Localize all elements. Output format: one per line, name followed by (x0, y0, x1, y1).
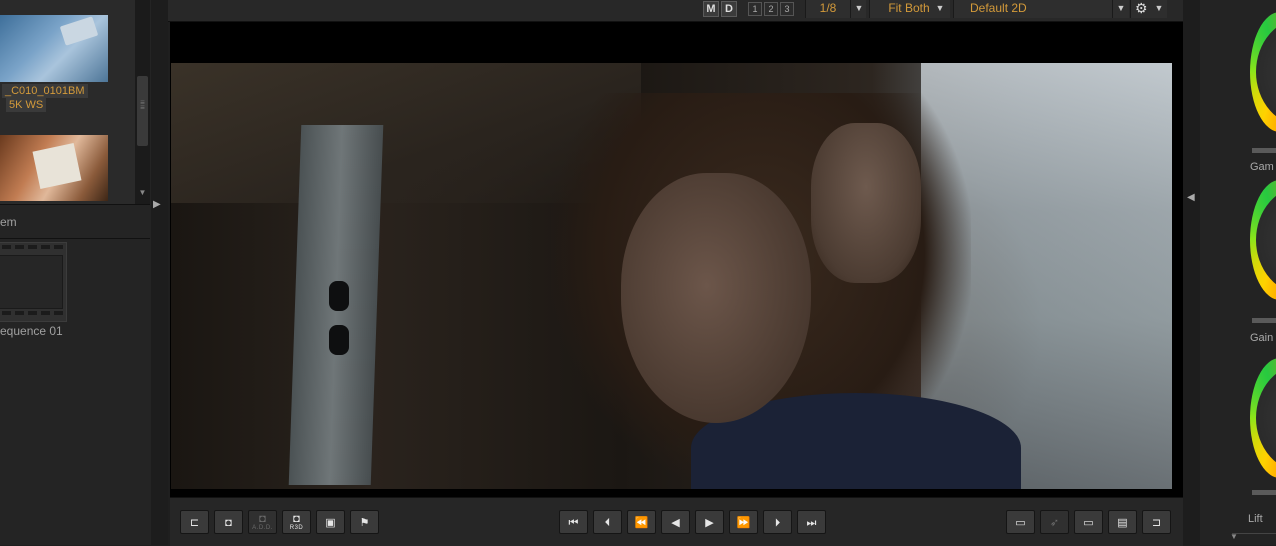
layout-2-button[interactable]: 2 (764, 2, 778, 16)
camera-add-icon: ◘ (259, 513, 266, 525)
clapper-icon: ▤ (1117, 517, 1128, 529)
fast-forward-icon: ⏩ (736, 517, 751, 529)
lift-label: Lift (1248, 513, 1263, 525)
render-button[interactable]: ➶ (1040, 510, 1069, 534)
camera-r3d-icon: ◘ (293, 513, 300, 525)
grip-icon: ≡ ≡ (140, 98, 145, 112)
trim-icon: ⊏ (189, 517, 200, 529)
gamma-slider[interactable] (1252, 148, 1276, 153)
d-button[interactable]: D (721, 1, 737, 17)
sequence-thumbnail[interactable] (0, 242, 67, 322)
aspect-button[interactable]: ▭ (1074, 510, 1103, 534)
lift-slider[interactable] (1252, 490, 1276, 495)
viewer-toolbar: M D 1 2 3 1/8 ▼ Fit Both ▼ Default 2D ▼ … (168, 0, 1183, 22)
clip-format-label: 5K WS (6, 98, 47, 112)
preview-button[interactable]: ▣ (316, 510, 345, 534)
chevron-down-icon: ▼ (935, 3, 945, 13)
play-button[interactable]: ▶ (695, 510, 724, 534)
chevron-down-icon: ▼ (1154, 3, 1164, 13)
trim-right-button[interactable]: ⊐ (1142, 510, 1171, 534)
clip-thumbnail-list[interactable]: _C010_0101BM 5K WS (0, 0, 135, 204)
film-holes (0, 311, 66, 316)
trim-icon: ⊐ (1151, 517, 1162, 529)
video-frame[interactable] (171, 63, 1172, 489)
resolution-value: 1/8 (819, 1, 837, 15)
gamma-label: Gam (1250, 161, 1274, 173)
r3d-snapshot-button[interactable]: ◘ R3D (282, 510, 311, 534)
sequence-frame (0, 255, 63, 309)
frame-outlet (329, 325, 349, 355)
rewind-button[interactable]: ⏪ (627, 510, 656, 534)
monitor-icon: ▭ (1015, 517, 1026, 529)
play-icon: ▶ (705, 517, 714, 529)
frame-face (621, 173, 811, 423)
rocket-icon: ➶ (1049, 517, 1060, 529)
panel-divider (1232, 533, 1276, 534)
scroll-down-icon[interactable]: ▼ (136, 186, 149, 200)
go-to-end-button[interactable]: ⏭ (797, 510, 826, 534)
fit-mode-dropdown[interactable]: Fit Both ▼ (869, 0, 950, 18)
frame-outlet (329, 281, 349, 311)
expand-right-icon[interactable]: ▶ (153, 199, 161, 210)
play-reverse-button[interactable]: ◀ (661, 510, 690, 534)
skip-start-icon: ⏮ (568, 517, 579, 529)
clip-name-label: _C010_0101BM (2, 84, 88, 98)
layout-3-button[interactable]: 3 (780, 2, 794, 16)
skip-end-icon: ⏭ (806, 517, 817, 529)
film-holes (0, 245, 66, 250)
chevron-down-icon[interactable]: ▼ (1230, 532, 1238, 541)
right-splitter[interactable] (1183, 0, 1200, 545)
clip-thumbnail[interactable] (0, 15, 108, 82)
look-dropdown[interactable]: Default 2D ▼ (953, 0, 1129, 18)
layout-1-button[interactable]: 1 (748, 2, 762, 16)
fast-forward-button[interactable]: ⏩ (729, 510, 758, 534)
gain-label: Gain (1250, 332, 1274, 344)
previous-frame-button[interactable]: ⏴ (593, 510, 622, 534)
go-to-start-button[interactable]: ⏮ (559, 510, 588, 534)
add-snapshot-button[interactable]: ◘ A.D.D. (248, 510, 277, 534)
play-reverse-icon: ◀ (671, 517, 680, 529)
chevron-down-icon: ▼ (1112, 0, 1129, 18)
button-caption: R3D (289, 525, 304, 531)
button-caption: A.D.D. (252, 525, 273, 531)
flag-button[interactable]: ⚑ (350, 510, 379, 534)
gain-slider[interactable] (1252, 318, 1276, 323)
settings-dropdown[interactable]: ⚙ ▼ (1130, 0, 1167, 18)
trim-tool-button[interactable]: ⊏ (180, 510, 209, 534)
section-divider (0, 238, 150, 239)
flag-icon: ⚑ (359, 517, 370, 529)
snapshot-button[interactable]: ◘ (214, 510, 243, 534)
gear-icon: ⚙ (1135, 0, 1148, 16)
monitor-button[interactable]: ▭ (1006, 510, 1035, 534)
aspect-icon: ▭ (1083, 517, 1094, 529)
rewind-icon: ⏪ (634, 517, 649, 529)
camera-icon: ◘ (225, 517, 232, 529)
panel-divider (0, 204, 150, 205)
preview-icon: ▣ (325, 517, 336, 529)
resolution-dropdown[interactable]: 1/8 ▼ (805, 0, 866, 18)
m-button[interactable]: M (703, 1, 719, 17)
next-frame-button[interactable]: ⏵ (763, 510, 792, 534)
frame-hand (811, 123, 921, 283)
sequence-name: equence 01 (0, 324, 63, 338)
chevron-down-icon: ▼ (850, 0, 867, 18)
clip-thumbnail[interactable] (0, 135, 108, 201)
step-back-icon: ⏴ (604, 517, 611, 529)
left-splitter[interactable] (151, 0, 168, 545)
look-value: Default 2D (970, 1, 1027, 15)
timecode-button[interactable]: ▤ (1108, 510, 1137, 534)
step-forward-icon: ⏵ (774, 517, 781, 529)
expand-left-icon[interactable]: ◀ (1187, 192, 1195, 203)
section-label: em (0, 215, 17, 229)
